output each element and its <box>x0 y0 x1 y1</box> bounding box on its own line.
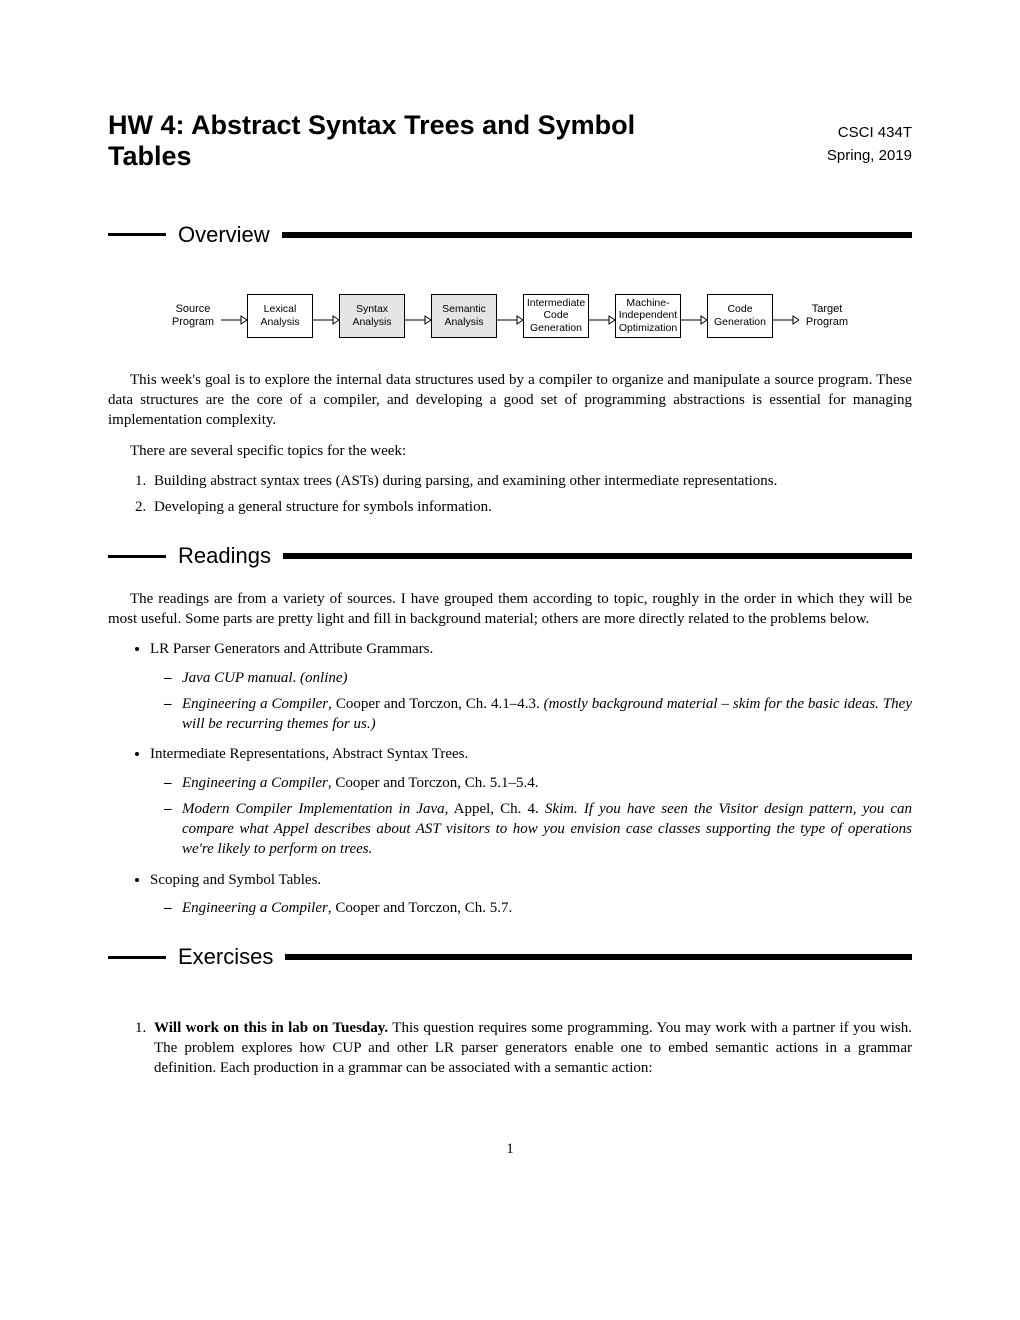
assignment-title: HW 4: Abstract Syntax Trees and Symbol T… <box>108 110 718 172</box>
diagram-box: IntermediateCodeGeneration <box>523 294 589 338</box>
readings-group: Scoping and Symbol Tables. Engineering a … <box>150 870 912 919</box>
overview-list: Building abstract syntax trees (ASTs) du… <box>108 471 912 518</box>
body-paragraph: There are several specific topics for th… <box>108 441 912 461</box>
reading-item: Engineering a Compiler, Cooper and Torcz… <box>182 773 912 793</box>
exercises-list: Will work on this in lab on Tuesday. Thi… <box>108 1018 912 1079</box>
rule-right <box>285 955 912 959</box>
reading-item: Modern Compiler Implementation in Java, … <box>182 799 912 860</box>
reading-item: Engineering a Compiler, Cooper and Torcz… <box>182 694 912 735</box>
arrow-icon <box>313 315 339 316</box>
rule-right <box>283 554 912 558</box>
section-head-overview: Overview <box>108 220 912 250</box>
compiler-pipeline-diagram: SourceProgram LexicalAnalysis SyntaxAnalys… <box>108 294 912 338</box>
section-title: Readings <box>174 541 275 571</box>
readings-intro: The readings are from a variety of sourc… <box>108 589 912 630</box>
reading-items: Engineering a Compiler, Cooper and Torcz… <box>150 773 912 860</box>
diagram-label: TargetProgram <box>799 303 855 329</box>
diagram-box: SyntaxAnalysis <box>339 294 405 338</box>
list-item: Developing a general structure for symbo… <box>150 497 912 517</box>
section-head-readings: Readings <box>108 541 912 571</box>
group-title: Scoping and Symbol Tables. <box>150 872 321 888</box>
rule-right <box>282 233 912 237</box>
course-meta: CSCI 434T Spring, 2019 <box>827 110 912 167</box>
section-title: Overview <box>174 220 274 250</box>
diagram-box: SemanticAnalysis <box>431 294 497 338</box>
list-item: Building abstract syntax trees (ASTs) du… <box>150 471 912 491</box>
diagram-box: CodeGeneration <box>707 294 773 338</box>
body-paragraph: This week's goal is to explore the inter… <box>108 370 912 431</box>
group-title: Intermediate Representations, Abstract S… <box>150 746 468 762</box>
diagram-box: Machine-IndependentOptimization <box>615 294 681 338</box>
diagram-box: LexicalAnalysis <box>247 294 313 338</box>
rule-left <box>108 233 166 236</box>
reading-item: Engineering a Compiler, Cooper and Torcz… <box>182 898 912 918</box>
arrow-icon <box>405 315 431 316</box>
page-number: 1 <box>108 1139 912 1159</box>
arrow-icon <box>773 315 799 316</box>
arrow-icon <box>221 315 247 316</box>
section-head-exercises: Exercises <box>108 942 912 972</box>
course-code: CSCI 434T <box>827 122 912 145</box>
rule-left <box>108 555 166 558</box>
header: HW 4: Abstract Syntax Trees and Symbol T… <box>108 110 912 172</box>
exercise-item: Will work on this in lab on Tuesday. Thi… <box>150 1018 912 1079</box>
diagram-label: SourceProgram <box>165 303 221 329</box>
arrow-icon <box>589 315 615 316</box>
readings-groups: LR Parser Generators and Attribute Gramm… <box>108 639 912 918</box>
course-term: Spring, 2019 <box>827 145 912 168</box>
reading-items: Java CUP manual. (online) Engineering a C… <box>150 668 912 735</box>
readings-group: Intermediate Representations, Abstract S… <box>150 744 912 859</box>
reading-item: Java CUP manual. (online) <box>182 668 912 688</box>
arrow-icon <box>681 315 707 316</box>
arrow-icon <box>497 315 523 316</box>
reading-items: Engineering a Compiler, Cooper and Torcz… <box>150 898 912 918</box>
rule-left <box>108 956 166 959</box>
page: HW 4: Abstract Syntax Trees and Symbol T… <box>0 0 1020 1219</box>
section-title: Exercises <box>174 942 277 972</box>
readings-group: LR Parser Generators and Attribute Gramm… <box>150 639 912 734</box>
group-title: LR Parser Generators and Attribute Gramm… <box>150 641 433 657</box>
